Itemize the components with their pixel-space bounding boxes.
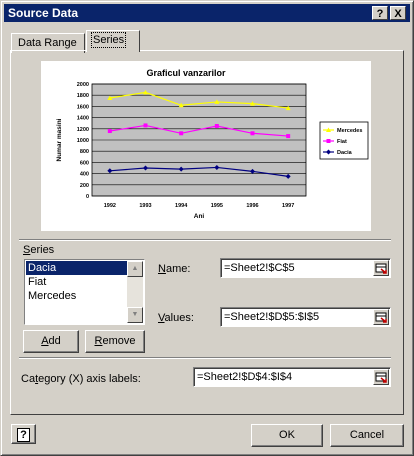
chevron-up-icon: ▲ xyxy=(131,265,139,272)
close-icon: X xyxy=(394,8,402,20)
range-select-icon xyxy=(375,263,387,274)
y-tick-label: 1000 xyxy=(77,138,89,144)
y-tick-label: 1600 xyxy=(77,104,89,110)
list-item[interactable]: Fiat xyxy=(26,275,129,289)
data-point xyxy=(179,131,184,136)
name-label: Name: xyxy=(158,263,191,275)
x-tick-label: 1992 xyxy=(104,203,116,209)
x-tick-label: 1996 xyxy=(246,203,258,209)
separator xyxy=(19,239,391,241)
series-scrollbar[interactable]: ▲ ▼ xyxy=(127,261,143,323)
separator xyxy=(19,357,391,359)
series-listbox[interactable]: Dacia Fiat Mercedes ▲ ▼ xyxy=(24,259,145,325)
help-icon: ? xyxy=(376,8,384,20)
category-axis-label: Category (X) axis labels: xyxy=(21,373,141,385)
range-select-icon xyxy=(375,312,387,323)
x-tick-label: 1993 xyxy=(139,203,151,209)
y-axis-title: Numar masini xyxy=(56,118,63,161)
y-tick-label: 1200 xyxy=(77,127,89,133)
list-item[interactable]: Dacia xyxy=(26,261,129,275)
chevron-down-icon: ▼ xyxy=(131,311,139,318)
category-axis-value: =Sheet2!$D$4:$I$4 xyxy=(197,371,293,383)
values-field[interactable]: =Sheet2!$D$5:$I$5 xyxy=(220,307,391,327)
series-group-label: Series xyxy=(23,244,55,256)
series-tab-panel: Graficul vanzarilor 0 200 400 600 800 1000 1200… xyxy=(10,50,404,415)
source-data-dialog: Source Data ? X Data Range Series Grafic… xyxy=(0,0,414,456)
x-tick-label: 1997 xyxy=(282,203,294,209)
collapse-dialog-button[interactable] xyxy=(373,260,389,276)
y-tick-label: 200 xyxy=(80,183,89,189)
x-tick-label: 1995 xyxy=(211,203,223,209)
y-tick-label: 800 xyxy=(80,149,89,155)
data-point xyxy=(214,124,219,128)
title-bar: Source Data ? X xyxy=(4,4,410,22)
legend-entry: Mercedes xyxy=(337,128,362,134)
close-button[interactable]: X xyxy=(390,6,406,20)
legend-entry: Dacia xyxy=(337,150,353,156)
y-tick-label: 1800 xyxy=(77,93,89,99)
help-button[interactable]: ? xyxy=(372,6,388,20)
remove-series-button[interactable]: Remove xyxy=(85,330,145,353)
chart-title: Graficul vanzarilor xyxy=(146,68,226,78)
values-label: Values: xyxy=(158,312,194,324)
data-point xyxy=(143,123,148,128)
category-axis-field[interactable]: =Sheet2!$D$4:$I$4 xyxy=(193,367,391,387)
y-tick-label: 2000 xyxy=(77,82,89,88)
data-point xyxy=(107,129,112,134)
window-title: Source Data xyxy=(8,6,79,20)
legend-marker xyxy=(326,139,331,143)
range-select-icon xyxy=(375,372,387,383)
tab-series[interactable]: Series xyxy=(86,30,140,52)
chart-preview: Graficul vanzarilor 0 200 400 600 800 1000 1200… xyxy=(41,61,371,231)
ok-button[interactable]: OK xyxy=(251,424,323,447)
y-tick-label: 600 xyxy=(80,160,89,166)
line-chart: Graficul vanzarilor 0 200 400 600 800 1000 1200… xyxy=(56,68,369,220)
list-item[interactable]: Mercedes xyxy=(26,289,129,303)
scroll-up-button[interactable]: ▲ xyxy=(127,261,143,277)
values-value: =Sheet2!$D$5:$I$5 xyxy=(224,311,320,323)
y-tick-label: 400 xyxy=(80,172,89,178)
data-point xyxy=(250,131,255,136)
name-field[interactable]: =Sheet2!$C$5 xyxy=(220,258,391,278)
legend-entry: Fiat xyxy=(337,139,347,145)
scroll-down-button[interactable]: ▼ xyxy=(127,307,143,323)
add-series-button[interactable]: Add xyxy=(23,330,79,353)
help-icon: ? xyxy=(17,428,30,442)
data-point xyxy=(286,134,291,139)
collapse-dialog-button[interactable] xyxy=(373,309,389,325)
office-assistant-button[interactable]: ? xyxy=(11,424,36,444)
name-value: =Sheet2!$C$5 xyxy=(224,262,295,274)
y-tick-label: 0 xyxy=(86,194,89,200)
cancel-button[interactable]: Cancel xyxy=(330,424,404,447)
tab-series-label: Series xyxy=(90,32,127,48)
collapse-dialog-button[interactable] xyxy=(373,369,389,385)
x-tick-label: 1994 xyxy=(175,203,188,209)
tab-data-range-label: Data Range xyxy=(18,37,77,49)
y-tick-label: 1400 xyxy=(77,116,89,122)
x-axis-title: Ani xyxy=(194,213,205,220)
